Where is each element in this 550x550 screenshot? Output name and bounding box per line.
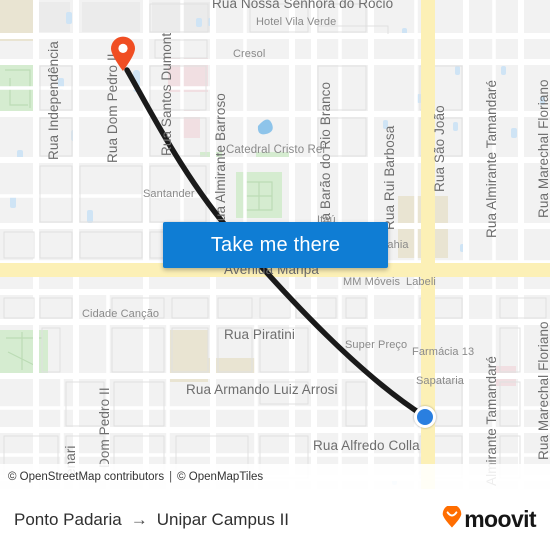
origin-pin-marker[interactable] [110, 36, 136, 72]
moovit-pin-smile-icon [442, 504, 462, 533]
origin-name: Ponto Padaria [14, 509, 122, 529]
attribution-separator: | [169, 470, 173, 483]
destination-dot-marker[interactable] [414, 406, 436, 428]
moovit-logo[interactable]: moovit [442, 504, 537, 533]
openmaptiles-attribution-link[interactable]: © OpenMapTiles [177, 471, 263, 483]
map-canvas[interactable]: Rua Nossa Senhora do Rocio Rua Independê… [0, 0, 550, 489]
map-attribution: © OpenStreetMap contributors | © OpenMap… [0, 464, 550, 489]
route-summary: Ponto Padaria → Unipar Campus II [14, 510, 289, 530]
trip-footer: Ponto Padaria → Unipar Campus II moovit [0, 489, 550, 550]
destination-name: Unipar Campus II [156, 509, 290, 529]
moovit-trip-map-screen: Rua Nossa Senhora do Rocio Rua Independê… [0, 0, 550, 550]
take-me-there-button[interactable]: Take me there [163, 222, 388, 268]
osm-attribution-link[interactable]: © OpenStreetMap contributors [8, 471, 164, 483]
arrow-right-icon: → [130, 509, 148, 529]
moovit-wordmark: moovit [464, 506, 536, 532]
